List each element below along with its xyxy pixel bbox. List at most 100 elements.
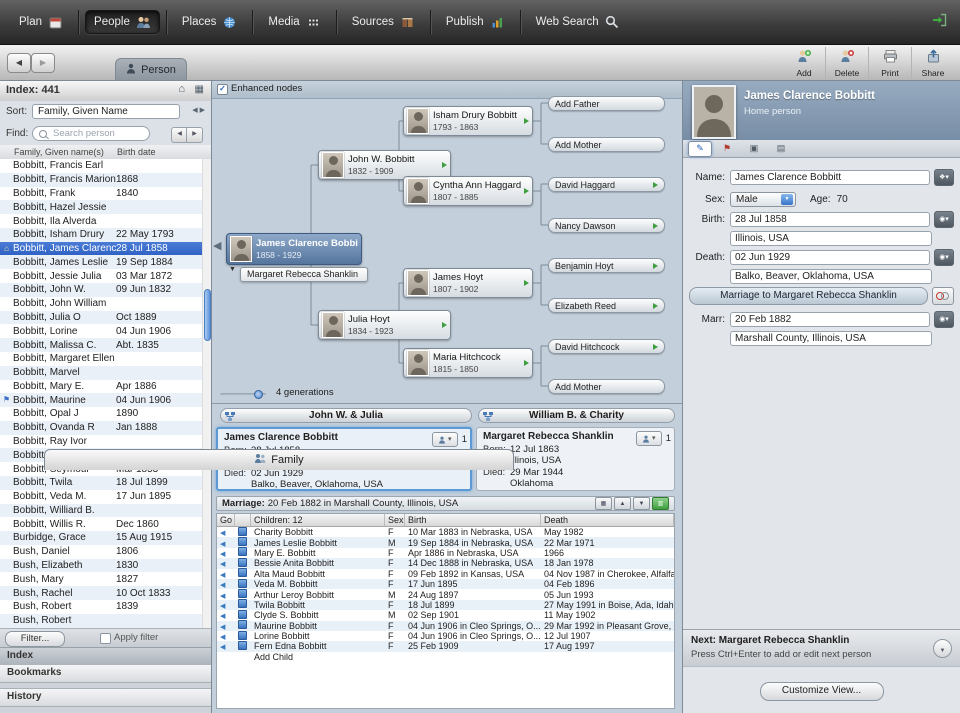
name-menu-button[interactable]: [934, 169, 954, 186]
accordion-bookmarks[interactable]: Bookmarks: [0, 665, 211, 683]
edit-person-icon[interactable]: [238, 527, 247, 536]
person-row[interactable]: Bush, Mary 1827: [0, 572, 211, 586]
person-row[interactable]: Bobbitt, Ila Alverda: [0, 214, 211, 228]
grid-view-icon[interactable]: [195, 84, 204, 95]
person-row[interactable]: Bobbitt, Francis Marion 1868: [0, 173, 211, 187]
person-row[interactable]: Bobbitt, Malissa C. Abt. 1835: [0, 338, 211, 352]
person-row[interactable]: Bobbitt, Twila 18 Jul 1899: [0, 476, 211, 490]
child-row[interactable]: Maurine Bobbitt F 04 Jun 1906 in Cleo Sp…: [217, 621, 674, 631]
child-row[interactable]: Twila Bobbitt F 18 Jul 1899 27 May 1991 …: [217, 600, 674, 610]
person-row[interactable]: Bobbitt, Julia O Oct 1889: [0, 311, 211, 325]
marriage-section-header[interactable]: Marriage to Margaret Rebecca Shanklin: [689, 287, 928, 305]
tab-media[interactable]: Media: [259, 10, 329, 34]
go-arrow-icon[interactable]: [524, 360, 529, 366]
tree-node-nancy-dawson[interactable]: Nancy Dawson: [548, 218, 665, 233]
tree-node-cyntha-ann-haggard[interactable]: Cyntha Ann Haggard 1807 - 1885: [403, 176, 533, 206]
child-row[interactable]: Veda M. Bobbitt F 17 Jun 1895 04 Feb 189…: [217, 579, 674, 589]
child-row[interactable]: Arthur Leroy Bobbitt M 24 Aug 1897 05 Ju…: [217, 589, 674, 599]
tree-node-david-hitchcock[interactable]: David Hitchcock: [548, 339, 665, 354]
customize-view-button[interactable]: Customize View...: [760, 682, 884, 701]
person-row[interactable]: Bush, Robert: [0, 614, 211, 628]
media-tab[interactable]: [742, 141, 766, 157]
tree-node-isham-drury-bobbitt[interactable]: Isham Drury Bobbitt 1793 - 1863: [403, 106, 533, 136]
search-input[interactable]: [51, 127, 143, 140]
go-to-person-icon[interactable]: [220, 610, 225, 620]
edit-person-icon[interactable]: [238, 558, 247, 567]
person-row[interactable]: Bobbitt, Hazel Jessie: [0, 200, 211, 214]
go-to-person-icon[interactable]: [220, 569, 225, 579]
sort-select[interactable]: Family, Given Name: [32, 104, 180, 119]
edit-person-icon[interactable]: [238, 589, 247, 598]
column-birth[interactable]: Birth: [405, 514, 541, 526]
tab-sources[interactable]: Sources: [343, 10, 424, 34]
go-to-person-icon[interactable]: [220, 621, 225, 631]
expand-button[interactable]: [652, 497, 669, 510]
person-row[interactable]: Bobbitt, Lorine 04 Jun 1906: [0, 324, 211, 338]
list-scrollbar[interactable]: [202, 159, 211, 628]
apply-filter-checkbox[interactable]: [100, 633, 111, 644]
child-row[interactable]: Alta Maud Bobbitt F 09 Feb 1892 in Kansa…: [217, 569, 674, 579]
column-sex[interactable]: Sex: [385, 514, 405, 526]
go-arrow-icon[interactable]: [653, 182, 658, 188]
edit-person-icon[interactable]: [238, 631, 247, 640]
tree-node-david-haggard[interactable]: David Haggard: [548, 177, 665, 192]
go-to-person-icon[interactable]: [220, 548, 225, 558]
go-to-person-icon[interactable]: [220, 590, 225, 600]
edit-person-icon[interactable]: [238, 579, 247, 588]
column-death[interactable]: Death: [541, 514, 674, 526]
generations-slider[interactable]: [220, 393, 266, 396]
go-arrow-icon[interactable]: [524, 118, 529, 124]
person-row[interactable]: Bobbitt, Veda M. 17 Jun 1895: [0, 490, 211, 504]
edit-person-icon[interactable]: [238, 547, 247, 556]
child-row[interactable]: Bessie Anita Bobbitt F 14 Dec 1888 in Ne…: [217, 558, 674, 568]
person-row[interactable]: Bobbitt, Francis Earl: [0, 159, 211, 173]
next-person-button[interactable]: [933, 639, 952, 658]
person-row[interactable]: Bush, Daniel 1806: [0, 545, 211, 559]
person-row[interactable]: Bobbitt, John W. 09 Jun 1832: [0, 283, 211, 297]
go-arrow-icon[interactable]: [442, 162, 447, 168]
person-row[interactable]: Bobbitt, Williard B.: [0, 504, 211, 518]
go-to-person-icon[interactable]: [220, 641, 225, 651]
accordion-history[interactable]: History: [0, 688, 211, 707]
person-row[interactable]: Burbidge, Grace 15 Aug 1915: [0, 531, 211, 545]
facts-tab[interactable]: [688, 141, 712, 157]
tree-node-james-hoyt[interactable]: James Hoyt 1807 - 1902: [403, 268, 533, 298]
edit-person-icon[interactable]: [238, 620, 247, 629]
web-search-hint-button[interactable]: [934, 249, 954, 266]
person-row[interactable]: Bobbitt, Frank 1840: [0, 187, 211, 201]
go-to-person-icon[interactable]: [220, 538, 225, 548]
person-row[interactable]: Bobbitt, Jessie Julia 03 Mar 1872: [0, 269, 211, 283]
person-row[interactable]: Bush, Robert 1839: [0, 600, 211, 614]
find-next-button[interactable]: [186, 127, 203, 143]
person-row[interactable]: Bobbitt, Maurine 04 Jun 1906: [0, 393, 211, 407]
go-to-person-icon[interactable]: [220, 558, 225, 568]
rings-icon[interactable]: [932, 287, 954, 305]
delete-button[interactable]: Delete: [825, 47, 868, 79]
child-row[interactable]: James Leslie Bobbitt M 19 Sep 1884 in Ne…: [217, 537, 674, 547]
go-to-person-icon[interactable]: [220, 631, 225, 641]
child-row[interactable]: Clyde S. Bobbitt M 02 Sep 1901 11 May 19…: [217, 610, 674, 620]
column-children[interactable]: Children: 12: [251, 514, 385, 526]
sex-select[interactable]: Male: [730, 192, 796, 207]
child-row[interactable]: Lorine Bobbitt F 04 Jun 1906 in Cleo Spr…: [217, 631, 674, 641]
forward-button[interactable]: [31, 53, 55, 73]
web-search-hint-button[interactable]: [934, 311, 954, 328]
tree-node-benjamin-hoyt[interactable]: Benjamin Hoyt: [548, 258, 665, 273]
person-row[interactable]: Bush, Elizabeth 1830: [0, 559, 211, 573]
edit-person-icon[interactable]: [238, 641, 247, 650]
person-row[interactable]: Bobbitt, Isham Drury 22 May 1793: [0, 228, 211, 242]
share-button[interactable]: Share: [911, 47, 954, 79]
death-date-field[interactable]: [730, 250, 930, 265]
home-icon[interactable]: [178, 83, 185, 95]
go-arrow-icon[interactable]: [653, 303, 658, 309]
column-name[interactable]: Family, Given name(s): [14, 147, 104, 157]
person-row[interactable]: Bobbitt, Mary E. Apr 1886: [0, 380, 211, 394]
person-row[interactable]: Bobbitt, Margaret Ellen: [0, 352, 211, 366]
father-parents-header[interactable]: John W. & Julia: [220, 408, 472, 423]
move-down-button[interactable]: [633, 497, 650, 510]
person-row[interactable]: Bobbitt, James Clarence 28 Jul 1858: [0, 242, 211, 256]
death-place-field[interactable]: [730, 269, 932, 284]
go-arrow-icon[interactable]: [653, 223, 658, 229]
search-box[interactable]: [32, 126, 150, 141]
person-row[interactable]: Bush, Rachel 10 Oct 1833: [0, 586, 211, 600]
